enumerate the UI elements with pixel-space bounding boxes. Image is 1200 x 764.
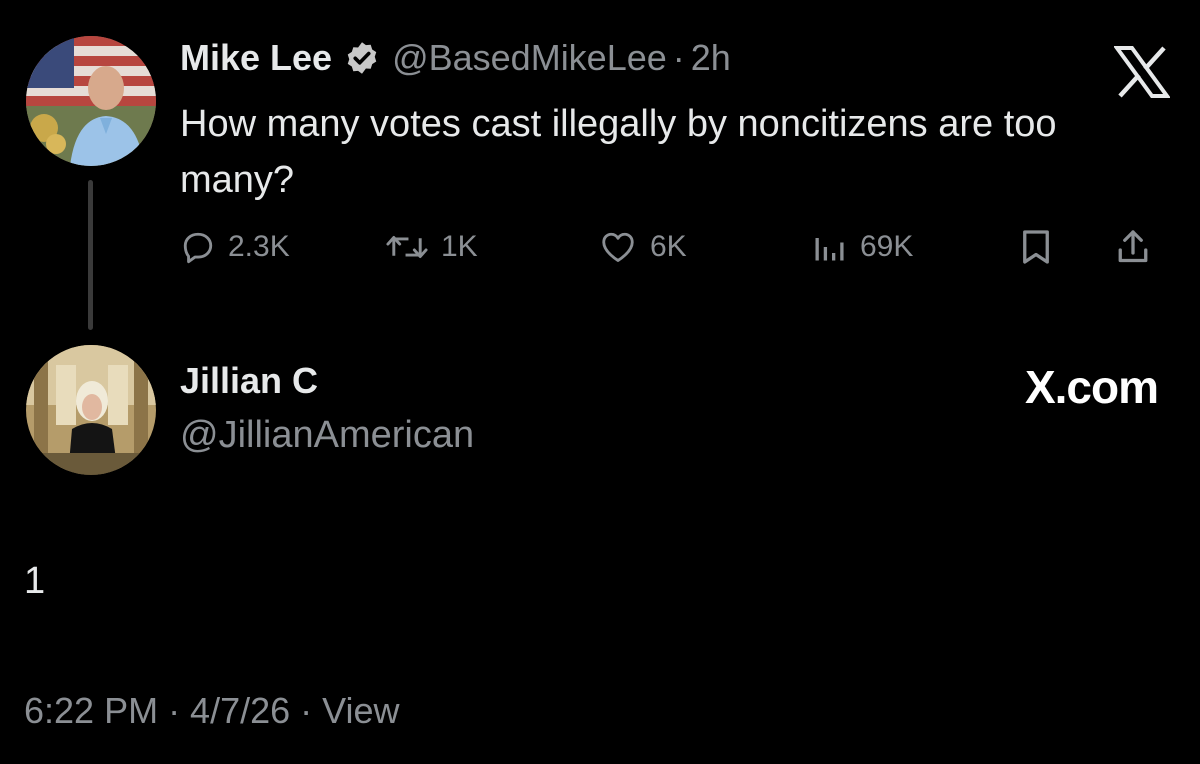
post-screenshot: Mike Lee @BasedMikeLee · 2h How many vot… xyxy=(0,0,1200,764)
bookmark-icon xyxy=(1023,230,1049,264)
comment-bubble-icon xyxy=(183,232,213,264)
bookmark-button[interactable] xyxy=(1018,222,1054,272)
post-time-ago[interactable]: 2h xyxy=(691,37,731,79)
views-button[interactable]: 69K xyxy=(810,222,913,272)
author-handle[interactable]: @BasedMikeLee xyxy=(392,37,667,79)
bar-chart-icon xyxy=(815,238,844,261)
retweet-icon xyxy=(386,236,428,258)
author-avatar[interactable] xyxy=(26,36,156,166)
retweet-button[interactable]: 1K xyxy=(385,222,478,272)
thread-connector-line xyxy=(88,180,93,330)
verified-badge-icon xyxy=(344,40,380,76)
retweet-count: 1K xyxy=(441,230,478,263)
tweet-text: How many votes cast illegally by nonciti… xyxy=(180,103,1057,201)
author-display-name[interactable]: Mike Lee xyxy=(180,37,332,79)
avatar-photo-mike-lee xyxy=(26,36,156,166)
share-upload-icon xyxy=(1118,230,1148,263)
reply-author-avatar[interactable] xyxy=(26,345,156,475)
reply-author-handle[interactable]: @JillianAmerican xyxy=(180,414,474,457)
like-button[interactable]: 6K xyxy=(598,222,687,272)
tweet-author-header: Mike Lee @BasedMikeLee · 2h xyxy=(180,36,731,80)
heart-icon xyxy=(602,232,634,262)
view-count: 69K xyxy=(860,230,914,263)
reply-count: 2.3K xyxy=(228,230,290,263)
separator-dot: · xyxy=(672,37,685,78)
share-button[interactable] xyxy=(1115,222,1151,272)
tweet-action-bar: 2.3K 1K 6K 69K xyxy=(180,222,1170,272)
avatar-photo-jillian-c xyxy=(26,345,156,475)
reply-button[interactable]: 2.3K xyxy=(180,222,290,272)
x-com-watermark: X.com xyxy=(1024,361,1159,413)
x-logo-icon xyxy=(1114,46,1170,98)
post-timestamp-footer[interactable]: 6:22 PM · 4/7/26 · View xyxy=(24,690,400,732)
reply-author-display-name[interactable]: Jillian C xyxy=(180,360,318,402)
reply-text: 1 xyxy=(24,560,46,602)
like-count: 6K xyxy=(650,230,687,263)
